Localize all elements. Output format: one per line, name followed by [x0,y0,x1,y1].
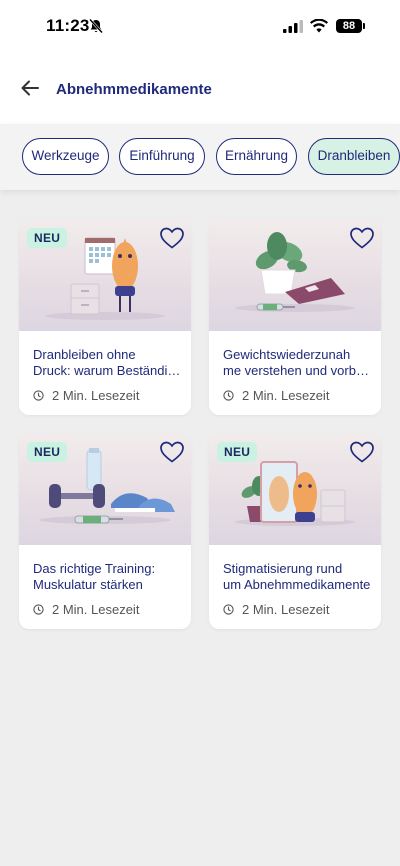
reading-time: 2 Min. Lesezeit [33,388,139,403]
page-title: Abnehmmedikamente [56,81,212,98]
article-card[interactable]: Gewichtswiederzunah me verstehen und vor… [209,220,381,415]
signal-icon [283,20,303,33]
reading-time: 2 Min. Lesezeit [223,388,329,403]
reading-time: 2 Min. Lesezeit [223,602,329,617]
status-bar: 11:23 88 [0,0,400,54]
heart-icon[interactable] [349,226,375,250]
heart-icon[interactable] [159,440,185,464]
heart-icon[interactable] [159,226,185,250]
chip-dranbleiben[interactable]: Dranbleiben [308,138,400,175]
article-card[interactable]: NEU Dranbleiben ohne Druck: warum Bestän… [19,220,191,415]
clock-icon [33,604,44,615]
heart-icon[interactable] [349,440,375,464]
category-filter-bar: Werkzeuge Einführung Ernährung Dranbleib… [0,124,400,190]
reading-time: 2 Min. Lesezeit [33,602,139,617]
battery-tip [363,23,365,29]
article-card[interactable]: NEU Stigmatisierung rund um Abnehmmedika… [209,434,381,629]
top-app-bar: Abnehmmedikamente [0,54,400,124]
article-card[interactable]: NEU Das richtige Training: Muskulatur st… [19,434,191,629]
clock-icon [223,604,234,615]
new-badge: NEU [217,442,258,462]
article-title: Gewichtswiederzunah me verstehen und vor… [223,347,371,378]
chip-werkzeuge[interactable]: Werkzeuge [22,138,109,175]
clock-icon [33,390,44,401]
new-badge: NEU [27,442,68,462]
chip-einfuehrung[interactable]: Einführung [119,138,205,175]
article-title: Dranbleiben ohne Druck: warum Beständigk… [33,347,181,378]
article-title: Stigmatisierung rund um Abnehmmedikament… [223,561,371,592]
status-time: 11:23 [46,16,90,35]
arrow-left-icon[interactable] [20,78,40,98]
chip-ernaehrung[interactable]: Ernährung [216,138,297,175]
bell-muted-icon [89,18,103,34]
article-title: Das richtige Training: Muskulatur stärke… [33,561,156,592]
clock-icon [223,390,234,401]
battery-indicator: 88 [336,19,362,33]
new-badge: NEU [27,228,68,248]
wifi-icon [310,19,328,33]
